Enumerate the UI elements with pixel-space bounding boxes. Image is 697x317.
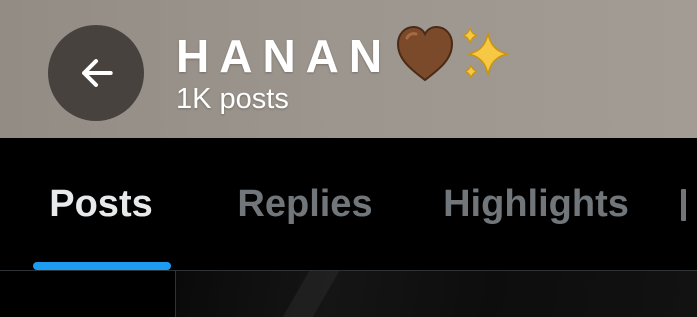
tab-replies-label: Replies bbox=[237, 183, 373, 225]
tab-next-partial-glyph bbox=[681, 188, 686, 221]
tab-highlights[interactable]: Highlights bbox=[420, 138, 652, 271]
post-count: 1K posts bbox=[176, 83, 289, 115]
media-tile[interactable] bbox=[0, 271, 175, 317]
tab-next-partial[interactable] bbox=[678, 138, 697, 271]
media-grid bbox=[0, 271, 697, 317]
tab-highlights-label: Highlights bbox=[443, 183, 629, 225]
profile-name: HANAN bbox=[176, 25, 516, 88]
profile-tabs: Posts Replies Highlights bbox=[0, 138, 697, 271]
profile-header: HANAN 1K posts bbox=[0, 0, 697, 138]
profile-name-text: HANAN bbox=[176, 30, 393, 82]
tab-replies[interactable]: Replies bbox=[216, 138, 394, 271]
sparkles-icon bbox=[458, 25, 516, 88]
active-tab-indicator bbox=[33, 262, 171, 270]
tab-posts-label: Posts bbox=[49, 183, 153, 225]
back-button[interactable] bbox=[48, 25, 144, 121]
arrow-left-icon bbox=[74, 51, 118, 95]
tab-posts[interactable]: Posts bbox=[20, 138, 182, 271]
brown-heart-icon bbox=[394, 25, 456, 88]
media-tile[interactable] bbox=[176, 271, 697, 317]
